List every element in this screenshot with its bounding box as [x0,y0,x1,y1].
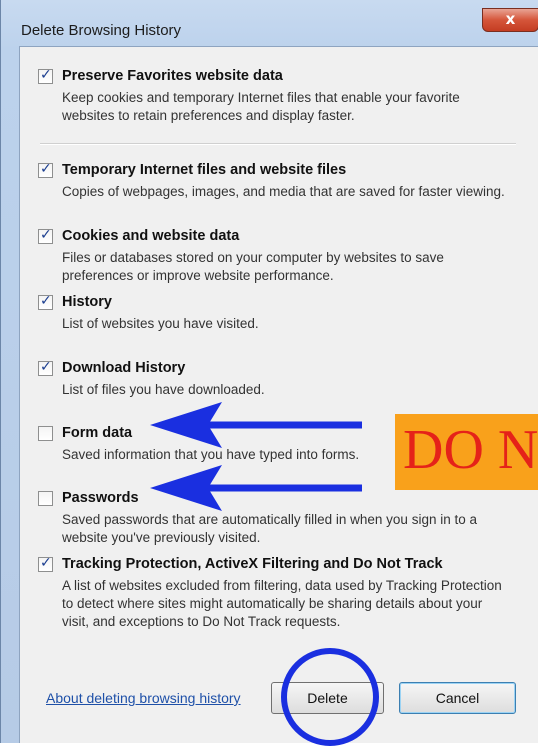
checkbox-passwords[interactable] [38,491,53,506]
option-description: List of websites you have visited. [62,316,259,331]
title-bar: Delete Browsing History x [1,0,538,46]
dialog-title: Delete Browsing History [21,22,182,39]
delete-button[interactable]: Delete [271,682,384,714]
separator [40,143,516,145]
checkbox-preserve-favorites[interactable] [38,67,53,84]
checkbox-label[interactable]: Passwords [62,490,139,506]
checkbox-tracking-protection[interactable] [38,555,53,572]
option-download-history: Download History List of files you have … [38,359,508,399]
option-description: Saved passwords that are automatically f… [62,512,477,545]
option-tracking-protection: Tracking Protection, ActiveX Filtering a… [38,555,508,631]
checkbox-label[interactable]: Form data [62,425,132,441]
about-deleting-history-link[interactable]: About deleting browsing history [46,690,241,706]
checkbox-label[interactable]: Preserve Favorites website data [62,68,283,84]
checkbox-label[interactable]: Tracking Protection, ActiveX Filtering a… [62,556,443,572]
checkbox-label[interactable]: Download History [62,360,185,376]
option-description: Copies of webpages, images, and media th… [62,184,505,199]
warning-banner: DO N [395,414,538,490]
close-icon: x [505,10,516,28]
checkbox-download-history[interactable] [38,359,53,376]
checkbox-label[interactable]: History [62,294,112,310]
checkbox-label[interactable]: Temporary Internet files and website fil… [62,162,346,178]
close-button[interactable]: x [482,8,538,32]
option-description: A list of websites excluded from filteri… [62,578,502,629]
checkbox-cookies[interactable] [38,227,53,244]
warning-banner-text: DO N [403,419,538,481]
option-description: Files or databases stored on your comput… [62,250,444,283]
checkbox-history[interactable] [38,293,53,310]
checkbox-label[interactable]: Cookies and website data [62,228,239,244]
option-temporary-internet-files: Temporary Internet files and website fil… [38,161,508,201]
option-description: List of files you have downloaded. [62,382,265,397]
option-history: History List of websites you have visite… [38,293,508,333]
checkbox-temporary-internet-files[interactable] [38,161,53,178]
option-passwords: Passwords Saved passwords that are autom… [38,490,508,547]
option-cookies: Cookies and website data Files or databa… [38,227,508,285]
checkbox-form-data[interactable] [38,426,53,441]
option-preserve-favorites: Preserve Favorites website data Keep coo… [38,67,508,125]
option-description: Keep cookies and temporary Internet file… [62,90,460,123]
cancel-button[interactable]: Cancel [399,682,516,714]
